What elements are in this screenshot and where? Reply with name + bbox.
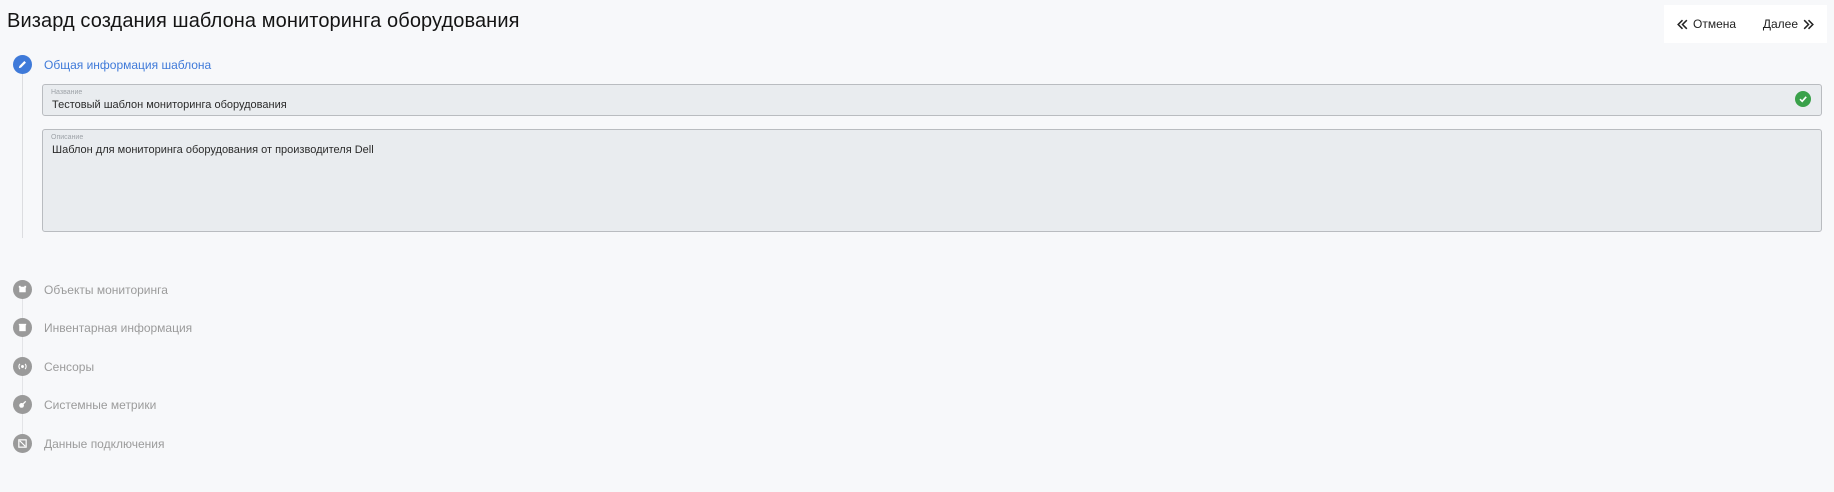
objects-icon: [13, 280, 32, 299]
sensor-icon: [13, 357, 32, 376]
wizard-actions: Отмена Далее: [1664, 5, 1827, 43]
step-connection-data[interactable]: Данные подключения: [13, 434, 164, 453]
cancel-button[interactable]: Отмена: [1676, 17, 1736, 31]
inventory-icon: [13, 318, 32, 337]
step-general-info[interactable]: Общая информация шаблона: [13, 55, 211, 74]
name-field-label: Название: [51, 89, 83, 96]
step-sensors[interactable]: Сенсоры: [13, 357, 94, 376]
next-label: Далее: [1762, 17, 1798, 31]
name-field[interactable]: Название Тестовый шаблон мониторинга обо…: [42, 84, 1822, 116]
step-label: Объекты мониторинга: [44, 282, 168, 297]
pencil-icon: [13, 55, 32, 74]
step-label: Данные подключения: [44, 436, 165, 451]
step-label: Сенсоры: [44, 359, 95, 374]
cancel-label: Отмена: [1693, 17, 1737, 31]
name-field-value: Тестовый шаблон мониторинга оборудования: [52, 99, 287, 111]
step-monitoring-objects[interactable]: Объекты мониторинга: [13, 280, 168, 299]
step-inventory[interactable]: Инвентарная информация: [13, 318, 192, 337]
page-title: Визард создания шаблона мониторинга обор…: [7, 10, 520, 32]
next-button[interactable]: Далее: [1763, 17, 1815, 31]
connection-icon: [13, 434, 32, 453]
double-chevron-left-icon: [1677, 19, 1688, 29]
description-field-label: Описание: [51, 134, 84, 141]
step-label: Общая информация шаблона: [44, 57, 212, 72]
metrics-icon: [13, 395, 32, 414]
description-field[interactable]: Описание Шаблон для мониторинга оборудов…: [42, 129, 1822, 232]
stepper-rail: [22, 72, 23, 238]
step-label: Системные метрики: [44, 397, 157, 412]
description-field-value: Шаблон для мониторинга оборудования от п…: [52, 144, 374, 156]
step-system-metrics[interactable]: Системные метрики: [13, 395, 156, 414]
double-chevron-right-icon: [1803, 19, 1814, 29]
step-label: Инвентарная информация: [44, 320, 193, 335]
check-circle-icon: [1795, 91, 1811, 107]
